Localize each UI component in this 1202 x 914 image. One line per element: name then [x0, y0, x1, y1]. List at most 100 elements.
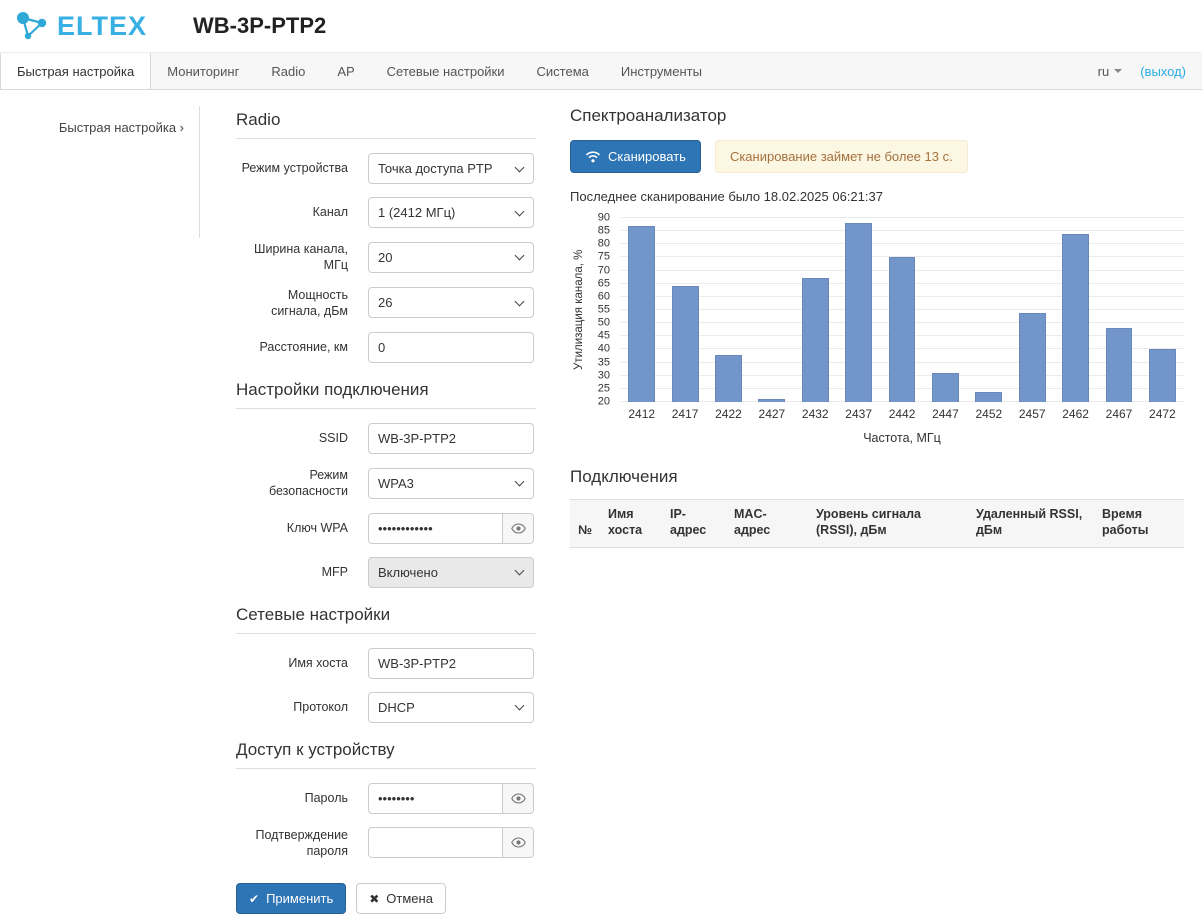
bar-2412	[628, 226, 655, 402]
spectrum-panel: Спектроанализатор Сканировать Сканирован…	[570, 106, 1184, 914]
hostname-input[interactable]	[368, 648, 534, 679]
section-title: Настройки подключения	[236, 376, 536, 409]
page: eltex WB-3P-PTP2 Быстрая настройкаМонито…	[0, 0, 1202, 914]
chart-y-axis: 908580757065605550454035302520	[588, 218, 612, 402]
section-title: Доступ к устройству	[236, 736, 536, 769]
security-mode-select[interactable]: WPA3	[368, 468, 534, 499]
show-password-confirm-button[interactable]	[503, 827, 534, 858]
y-tick-label: 65	[598, 278, 610, 289]
y-tick-label: 90	[598, 213, 610, 224]
bar-2422	[715, 355, 742, 402]
mfp-select[interactable]: Включено	[368, 557, 534, 588]
form-section-3: Доступ к устройствуПарольПодтверждение п…	[236, 736, 536, 860]
distance-input[interactable]	[368, 332, 534, 363]
distance-label: Расстояние, км	[236, 339, 348, 355]
header: eltex WB-3P-PTP2	[0, 0, 1202, 52]
cancel-button[interactable]: ✖ Отмена	[356, 883, 446, 914]
eltex-logo: eltex	[14, 9, 147, 43]
last-scan-text: Последнее сканирование было 18.02.2025 0…	[570, 189, 1184, 204]
tab-ap[interactable]: AP	[321, 53, 370, 89]
connections-table: №Имя хостаIP-адресMAC-адресУровень сигна…	[570, 499, 1184, 548]
channel-select[interactable]: 1 (2412 МГц)	[368, 197, 534, 228]
scan-button[interactable]: Сканировать	[570, 140, 701, 173]
device-mode-select[interactable]: Точка доступа PTP	[368, 153, 534, 184]
form-section-2: Сетевые настройки Имя хоста ПротоколDHCP	[236, 601, 536, 723]
bar-2457	[1019, 313, 1046, 402]
breadcrumb[interactable]: Быстрая настройка ›	[59, 120, 184, 135]
x-tick-label: 2412	[620, 407, 663, 421]
utilization-chart: Утилизация канала, % 9085807570656055504…	[570, 218, 1184, 445]
chart-plot	[620, 218, 1184, 402]
tab-radio[interactable]: Radio	[255, 53, 321, 89]
scan-row: Сканировать Сканирование займет не более…	[570, 140, 1184, 173]
form-field-hostname: Имя хоста	[236, 648, 536, 679]
scan-button-label: Сканировать	[608, 149, 686, 164]
chart-bars	[620, 218, 1184, 402]
x-tick-label: 2437	[837, 407, 880, 421]
tab-system[interactable]: Система	[521, 53, 605, 89]
device-title: WB-3P-PTP2	[193, 13, 326, 39]
spectrum-title: Спектроанализатор	[570, 106, 1184, 126]
connections-col-2: IP-адрес	[662, 500, 726, 548]
form-field-protocol: ПротоколDHCP	[236, 692, 536, 723]
bar-slot	[1097, 218, 1140, 402]
ssid-input[interactable]	[368, 423, 534, 454]
apply-button[interactable]: ✔ Применить	[236, 883, 346, 914]
channel-width-select[interactable]: 20	[368, 242, 534, 273]
bar-2442	[889, 257, 916, 402]
bar-2432	[802, 278, 829, 402]
y-tick-label: 20	[598, 397, 610, 408]
main-nav: Быстрая настройкаМониторингRadioAPСетевы…	[0, 52, 1202, 90]
sidebar: Быстрая настройка ›	[0, 106, 200, 238]
tab-quick-setup[interactable]: Быстрая настройка	[0, 53, 151, 89]
x-tick-label: 2462	[1054, 407, 1097, 421]
section-title: Сетевые настройки	[236, 601, 536, 634]
eltex-logo-icon	[14, 9, 50, 43]
bar-slot	[663, 218, 706, 402]
y-tick-label: 50	[598, 318, 610, 329]
x-tick-label: 2457	[1011, 407, 1054, 421]
security-mode-label: Режим безопасности	[236, 467, 348, 500]
y-tick-label: 70	[598, 265, 610, 276]
y-tick-label: 45	[598, 331, 610, 342]
y-tick-label: 60	[598, 291, 610, 302]
tab-monitoring[interactable]: Мониторинг	[151, 53, 255, 89]
bar-slot	[620, 218, 663, 402]
wpa-key-input[interactable]	[368, 513, 503, 544]
tab-network-settings[interactable]: Сетевые настройки	[371, 53, 521, 89]
bar-2427	[758, 399, 785, 402]
tx-power-label: Мощность сигнала, дБм	[236, 287, 348, 320]
language-selector[interactable]: ru	[1098, 53, 1123, 89]
connections-title: Подключения	[570, 467, 1184, 487]
connections-col-1: Имя хоста	[600, 500, 662, 548]
x-tick-label: 2452	[967, 407, 1010, 421]
protocol-select[interactable]: DHCP	[368, 692, 534, 723]
channel-label: Канал	[236, 204, 348, 220]
bar-slot	[1011, 218, 1054, 402]
connections-col-0: №	[570, 500, 600, 548]
wifi-icon	[585, 150, 601, 163]
bar-slot	[1054, 218, 1097, 402]
password-confirm-input[interactable]	[368, 827, 503, 858]
password-input[interactable]	[368, 783, 503, 814]
form-field-security-mode: Режим безопасности WPA3	[236, 467, 536, 500]
tab-tools[interactable]: Инструменты	[605, 53, 718, 89]
x-tick-label: 2442	[880, 407, 923, 421]
tx-power-select[interactable]: 26	[368, 287, 534, 318]
logout-link[interactable]: (выход)	[1140, 53, 1186, 89]
show-wpa-key-button[interactable]	[503, 513, 534, 544]
y-tick-label: 85	[598, 226, 610, 237]
x-tick-label: 2417	[663, 407, 706, 421]
bar-slot	[924, 218, 967, 402]
scan-note: Сканирование займет не более 13 с.	[715, 140, 968, 173]
bar-2417	[672, 286, 699, 402]
form-field-wpa-key: Ключ WPA	[236, 513, 536, 544]
bar-slot	[707, 218, 750, 402]
x-tick-label: 2432	[794, 407, 837, 421]
cross-icon: ✖	[369, 892, 379, 906]
show-password-button[interactable]	[503, 783, 534, 814]
nav-spacer	[718, 53, 1098, 89]
form-field-tx-power: Мощность сигнала, дБм 26	[236, 287, 536, 320]
bar-slot	[837, 218, 880, 402]
connections-col-4: Уровень сигнала (RSSI), дБм	[808, 500, 968, 548]
